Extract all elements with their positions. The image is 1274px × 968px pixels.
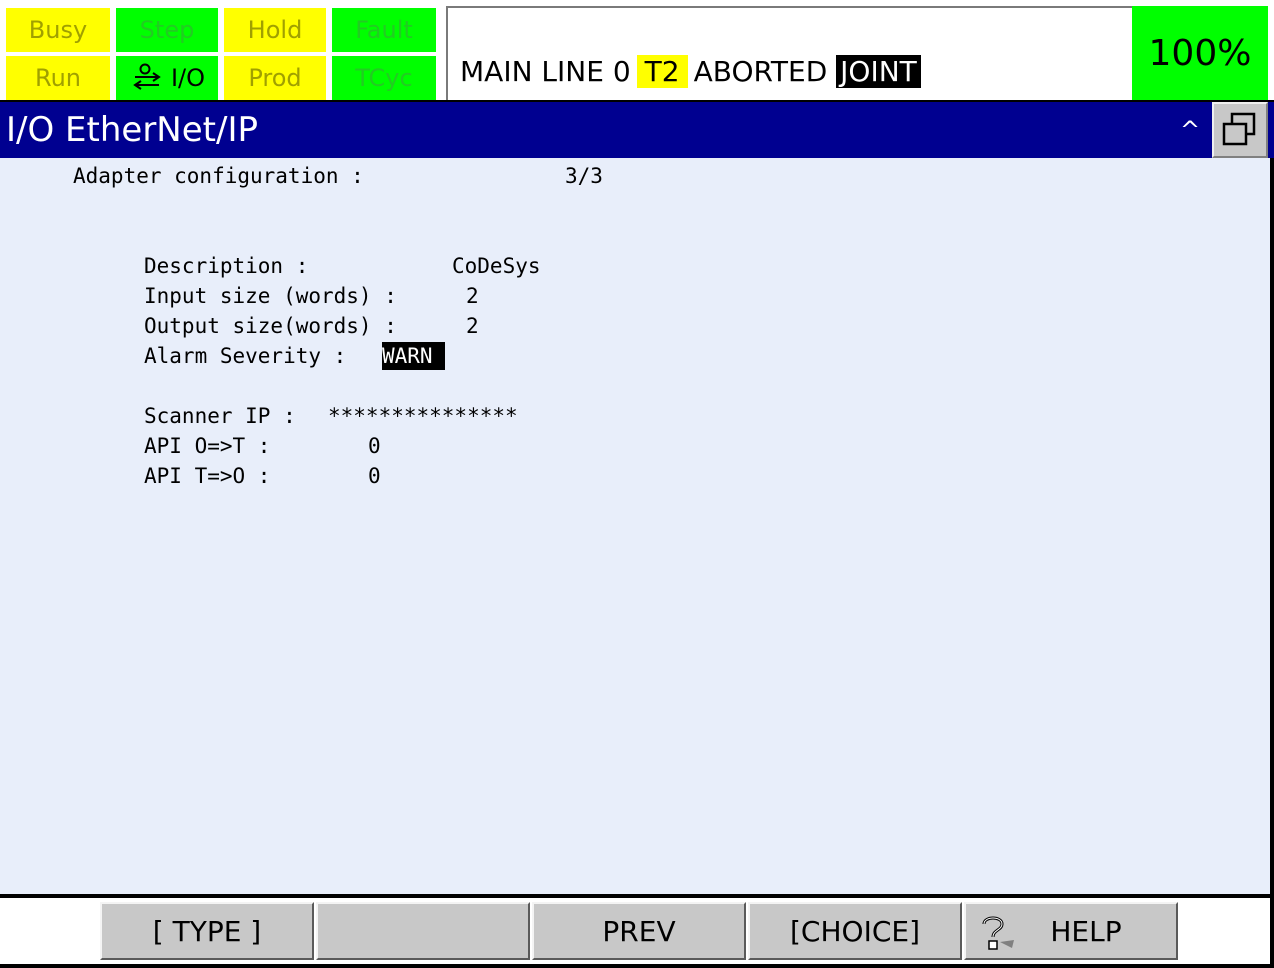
output-size-label: Output size(words) :	[144, 314, 397, 338]
status-area: Busy Step Hold Fault Run I/O Prod TCyc M…	[0, 0, 1274, 100]
f1-type-button[interactable]: [ TYPE ]	[100, 902, 314, 960]
input-size-value[interactable]: 2	[466, 284, 479, 308]
adapter-page-indicator: 3/3	[565, 164, 603, 188]
alarm-severity-value[interactable]: WARN	[382, 342, 446, 370]
coord-badge: JOINT	[836, 54, 921, 88]
led-hold-label: Hold	[247, 16, 303, 44]
page-title: I/O EtherNet/IP	[6, 110, 258, 150]
f3-prev-button[interactable]: PREV	[532, 902, 746, 960]
restore-window-icon	[1222, 112, 1256, 146]
led-tcyc-label: TCyc	[355, 64, 413, 92]
program-state: ABORTED	[693, 54, 828, 88]
led-prod-label: Prod	[248, 64, 302, 92]
program-name: MAIN	[460, 54, 533, 88]
led-fault-label: Fault	[355, 16, 413, 44]
override-speed: 100%	[1132, 6, 1268, 100]
scanner-ip-label: Scanner IP :	[144, 404, 296, 428]
line-number: 0	[612, 54, 631, 88]
io-transfer-icon	[129, 63, 165, 93]
f3-label: PREV	[602, 914, 676, 948]
led-run-label: Run	[34, 64, 82, 92]
led-busy: Busy	[6, 8, 112, 52]
function-key-bar: [ TYPE ] PREV [CHOICE] HELP	[0, 894, 1274, 968]
alarm-severity-label: Alarm Severity :	[144, 344, 347, 368]
led-prod: Prod	[224, 56, 328, 100]
led-busy-label: Busy	[28, 16, 88, 44]
api-to-value[interactable]: 0	[368, 464, 381, 488]
program-status-line: MAIN LINE 0 T2 ABORTED JOINT	[460, 54, 921, 88]
description-value[interactable]: CoDeSys	[452, 254, 541, 278]
f1-label: [ TYPE ]	[152, 914, 262, 948]
scanner-ip-value[interactable]: ***************	[328, 404, 518, 428]
help-icon	[982, 916, 1014, 950]
output-size-value[interactable]: 2	[466, 314, 479, 338]
f4-choice-button[interactable]: [CHOICE]	[748, 902, 962, 960]
led-step: Step	[116, 8, 220, 52]
f5-help-button[interactable]: HELP	[964, 902, 1178, 960]
description-label: Description :	[144, 254, 309, 278]
f4-label: [CHOICE]	[790, 914, 920, 948]
line-label: LINE	[541, 54, 604, 88]
led-io: I/O	[116, 56, 220, 100]
api-ot-label: API O=>T :	[144, 434, 271, 458]
led-tcyc: TCyc	[332, 56, 438, 100]
restore-window-button[interactable]	[1212, 102, 1268, 158]
led-hold: Hold	[224, 8, 328, 52]
api-ot-value[interactable]: 0	[368, 434, 381, 458]
adapter-config-label: Adapter configuration :	[73, 164, 364, 188]
api-to-label: API T=>O :	[144, 464, 271, 488]
override-value: 100%	[1148, 32, 1252, 74]
led-io-label: I/O	[170, 64, 206, 92]
content-area: Adapter configuration : 3/3 Description …	[0, 158, 1274, 894]
collapse-caret-icon[interactable]: ^	[1180, 116, 1200, 144]
f5-label: HELP	[1050, 914, 1122, 948]
input-size-label: Input size (words) :	[144, 284, 397, 308]
f2-button[interactable]	[316, 902, 530, 960]
title-bar: I/O EtherNet/IP ^	[0, 100, 1274, 158]
led-step-label: Step	[139, 16, 195, 44]
program-status-panel: MAIN LINE 0 T2 ABORTED JOINT	[446, 6, 1132, 100]
led-run: Run	[6, 56, 112, 100]
led-fault: Fault	[332, 8, 438, 52]
mode-badge: T2	[636, 54, 688, 88]
